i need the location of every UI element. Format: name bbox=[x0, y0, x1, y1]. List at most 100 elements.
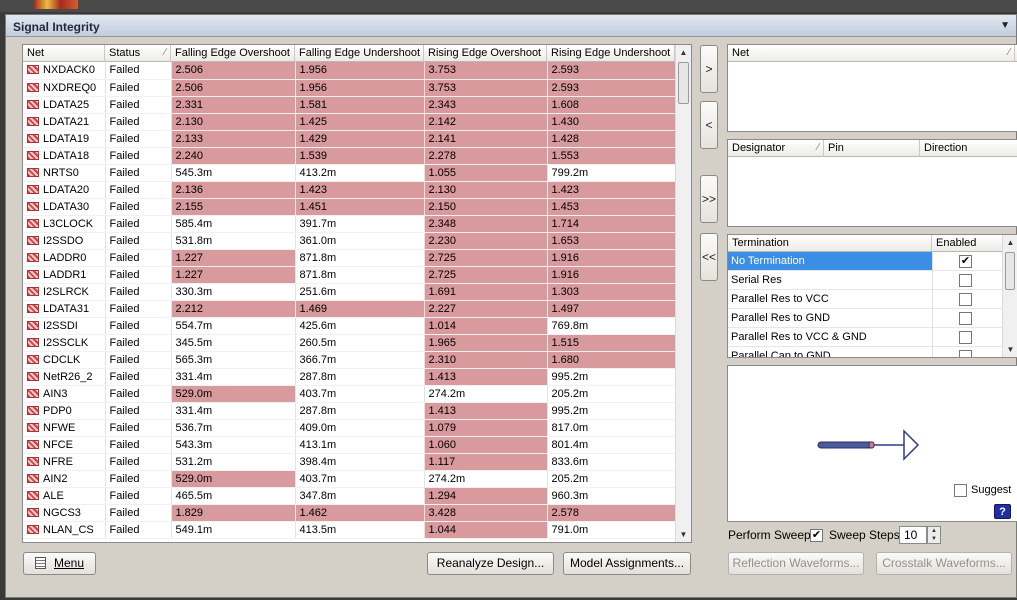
termination-item[interactable]: Parallel Res to GND bbox=[728, 309, 1004, 328]
table-row[interactable]: NXDACK0 Failed 2.506 1.956 3.753 2.593 bbox=[23, 62, 676, 80]
help-button[interactable]: ? bbox=[994, 504, 1011, 519]
column-header-termination[interactable]: Termination bbox=[728, 235, 932, 252]
table-row[interactable]: NFWE Failed 536.7m 409.0m 1.079 817.0m bbox=[23, 419, 676, 437]
reo-cell: 1.014 bbox=[424, 317, 548, 335]
add-all-nets-button[interactable]: >> bbox=[700, 175, 718, 223]
enabled-checkbox[interactable] bbox=[959, 274, 972, 287]
column-header-enabled[interactable]: Enabled bbox=[932, 235, 1004, 252]
status-cell: Failed bbox=[105, 402, 172, 420]
remove-all-nets-button[interactable]: << bbox=[700, 233, 718, 281]
table-row[interactable]: LDATA31 Failed 2.212 1.469 2.227 1.497 bbox=[23, 300, 676, 318]
table-row[interactable]: CDCLK Failed 565.3m 366.7m 2.310 1.680 bbox=[23, 351, 676, 369]
menu-button[interactable]: Menu bbox=[23, 552, 96, 575]
reo-cell: 3.428 bbox=[424, 504, 548, 522]
table-row[interactable]: LDATA25 Failed 2.331 1.581 2.343 1.608 bbox=[23, 96, 676, 114]
column-header-rising-edge-undershoot[interactable]: Rising Edge Undershoot bbox=[547, 45, 675, 62]
net-table-scrollbar[interactable]: ▲ ▼ bbox=[675, 45, 691, 542]
sweep-steps-spinner[interactable]: ▲ ▼ bbox=[927, 526, 941, 544]
table-row[interactable]: I2SLRCK Failed 330.3m 251.6m 1.691 1.303 bbox=[23, 283, 676, 301]
enabled-checkbox[interactable] bbox=[959, 350, 972, 357]
table-row[interactable]: LDATA21 Failed 2.130 1.425 2.142 1.430 bbox=[23, 113, 676, 131]
column-header-direction[interactable]: Direction bbox=[920, 140, 1017, 157]
table-row[interactable]: LDATA30 Failed 2.155 1.451 2.150 1.453 bbox=[23, 198, 676, 216]
termination-item[interactable]: Parallel Res to VCC & GND bbox=[728, 328, 1004, 347]
table-row[interactable]: NetR26_2 Failed 331.4m 287.8m 1.413 995.2m bbox=[23, 368, 676, 386]
sort-icon: ∕ bbox=[1008, 47, 1010, 58]
table-row[interactable]: I2SSCLK Failed 345.5m 260.5m 1.965 1.515 bbox=[23, 334, 676, 352]
scroll-down-arrow-icon[interactable]: ▼ bbox=[676, 527, 691, 542]
reo-cell: 2.310 bbox=[424, 351, 548, 369]
table-row[interactable]: NRTS0 Failed 545.3m 413.2m 1.055 799.2m bbox=[23, 164, 676, 182]
table-row[interactable]: NFRE Failed 531.2m 398.4m 1.117 833.6m bbox=[23, 453, 676, 471]
scroll-thumb[interactable] bbox=[678, 62, 689, 104]
feo-cell: 331.4m bbox=[171, 402, 296, 420]
column-header-designator[interactable]: Designator ∕ bbox=[728, 140, 824, 157]
feu-cell: 1.469 bbox=[295, 300, 425, 318]
table-row[interactable]: NLAN_CS Failed 549.1m 413.5m 1.044 791.0m bbox=[23, 521, 676, 539]
enabled-checkbox[interactable] bbox=[959, 293, 972, 306]
reanalyze-design-button[interactable]: Reanalyze Design... bbox=[427, 552, 554, 575]
termination-item[interactable]: Parallel Cap to GND bbox=[728, 347, 1004, 357]
status-cell: Failed bbox=[105, 419, 172, 437]
feo-cell: 345.5m bbox=[171, 334, 296, 352]
scroll-down-arrow-icon[interactable]: ▼ bbox=[1003, 342, 1017, 357]
termination-scrollbar[interactable]: ▲ ▼ bbox=[1002, 235, 1017, 357]
net-results-panel: Net Status ∕ Falling Edge Overshoot Falli… bbox=[22, 44, 692, 543]
reu-cell: 1.430 bbox=[547, 113, 676, 131]
table-row[interactable]: I2SSDI Failed 554.7m 425.6m 1.014 769.8m bbox=[23, 317, 676, 335]
enabled-checkbox[interactable] bbox=[959, 331, 972, 344]
desktop-top-strip bbox=[0, 0, 1017, 12]
table-row[interactable]: L3CLOCK Failed 585.4m 391.7m 2.348 1.714 bbox=[23, 215, 676, 233]
net-cell: I2SSCLK bbox=[23, 334, 106, 352]
table-row[interactable]: ALE Failed 465.5m 347.8m 1.294 960.3m bbox=[23, 487, 676, 505]
sweep-steps-input[interactable]: 10 bbox=[899, 526, 927, 544]
table-row[interactable]: LDATA20 Failed 2.136 1.423 2.130 1.423 bbox=[23, 181, 676, 199]
termination-item[interactable]: Parallel Res to VCC bbox=[728, 290, 1004, 309]
net-cell: LDATA21 bbox=[23, 113, 106, 131]
column-header-falling-edge-overshoot[interactable]: Falling Edge Overshoot bbox=[171, 45, 295, 62]
termination-item[interactable]: No Termination ✔ bbox=[728, 252, 1004, 271]
scroll-up-arrow-icon[interactable]: ▲ bbox=[676, 45, 691, 60]
column-header-selected-net[interactable]: Net ∕ bbox=[728, 45, 1015, 62]
table-row[interactable]: PDP0 Failed 331.4m 287.8m 1.413 995.2m bbox=[23, 402, 676, 420]
scroll-thumb[interactable] bbox=[1005, 252, 1015, 290]
table-row[interactable]: AIN3 Failed 529.0m 403.7m 274.2m 205.2m bbox=[23, 385, 676, 403]
status-cell: Failed bbox=[105, 215, 172, 233]
model-assignments-button[interactable]: Model Assignments... bbox=[563, 552, 691, 575]
remove-net-button[interactable]: < bbox=[700, 101, 718, 149]
pins-panel: Designator ∕ Pin Direction bbox=[727, 139, 1017, 227]
table-row[interactable]: LADDR1 Failed 1.227 871.8m 2.725 1.916 bbox=[23, 266, 676, 284]
reu-cell: 769.8m bbox=[547, 317, 676, 335]
column-header-falling-edge-undershoot[interactable]: Falling Edge Undershoot bbox=[295, 45, 424, 62]
reu-cell: 995.2m bbox=[547, 368, 676, 386]
table-row[interactable]: I2SSDO Failed 531.8m 361.0m 2.230 1.653 bbox=[23, 232, 676, 250]
net-cell: LDATA20 bbox=[23, 181, 106, 199]
suggest-checkbox[interactable] bbox=[954, 484, 967, 497]
enabled-cell bbox=[932, 290, 1004, 309]
perform-sweep-checkbox[interactable]: ✔ bbox=[810, 529, 823, 542]
column-header-status[interactable]: Status ∕ bbox=[105, 45, 171, 62]
table-row[interactable]: NGCS3 Failed 1.829 1.462 3.428 2.578 bbox=[23, 504, 676, 522]
panel-menu-dropdown-icon[interactable]: ▼ bbox=[1000, 20, 1010, 31]
reo-cell: 274.2m bbox=[424, 385, 548, 403]
column-header-net[interactable]: Net bbox=[23, 45, 105, 62]
add-net-button[interactable]: > bbox=[700, 45, 718, 93]
table-row[interactable]: NFCE Failed 543.3m 413.1m 1.060 801.4m bbox=[23, 436, 676, 454]
status-cell: Failed bbox=[105, 62, 172, 80]
table-row[interactable]: NXDREQ0 Failed 2.506 1.956 3.753 2.593 bbox=[23, 79, 676, 97]
enabled-checkbox[interactable] bbox=[959, 312, 972, 325]
scroll-up-arrow-icon[interactable]: ▲ bbox=[1003, 235, 1017, 250]
termination-item[interactable]: Serial Res bbox=[728, 271, 1004, 290]
reflection-waveforms-button[interactable]: Reflection Waveforms... bbox=[728, 552, 864, 575]
feo-cell: 2.212 bbox=[171, 300, 296, 318]
enabled-checkbox[interactable]: ✔ bbox=[959, 255, 972, 268]
table-row[interactable]: LDATA18 Failed 2.240 1.539 2.278 1.553 bbox=[23, 147, 676, 165]
termination-list: No Termination ✔ Serial Res Parallel Res to… bbox=[728, 252, 1004, 357]
table-row[interactable]: LDATA19 Failed 2.133 1.429 2.141 1.428 bbox=[23, 130, 676, 148]
column-header-pin[interactable]: Pin bbox=[824, 140, 920, 157]
column-header-rising-edge-overshoot[interactable]: Rising Edge Overshoot bbox=[424, 45, 547, 62]
table-row[interactable]: AIN2 Failed 529.0m 403.7m 274.2m 205.2m bbox=[23, 470, 676, 488]
table-row[interactable]: LADDR0 Failed 1.227 871.8m 2.725 1.916 bbox=[23, 249, 676, 267]
crosstalk-waveforms-button[interactable]: Crosstalk Waveforms... bbox=[876, 552, 1012, 575]
net-cell: I2SLRCK bbox=[23, 283, 106, 301]
